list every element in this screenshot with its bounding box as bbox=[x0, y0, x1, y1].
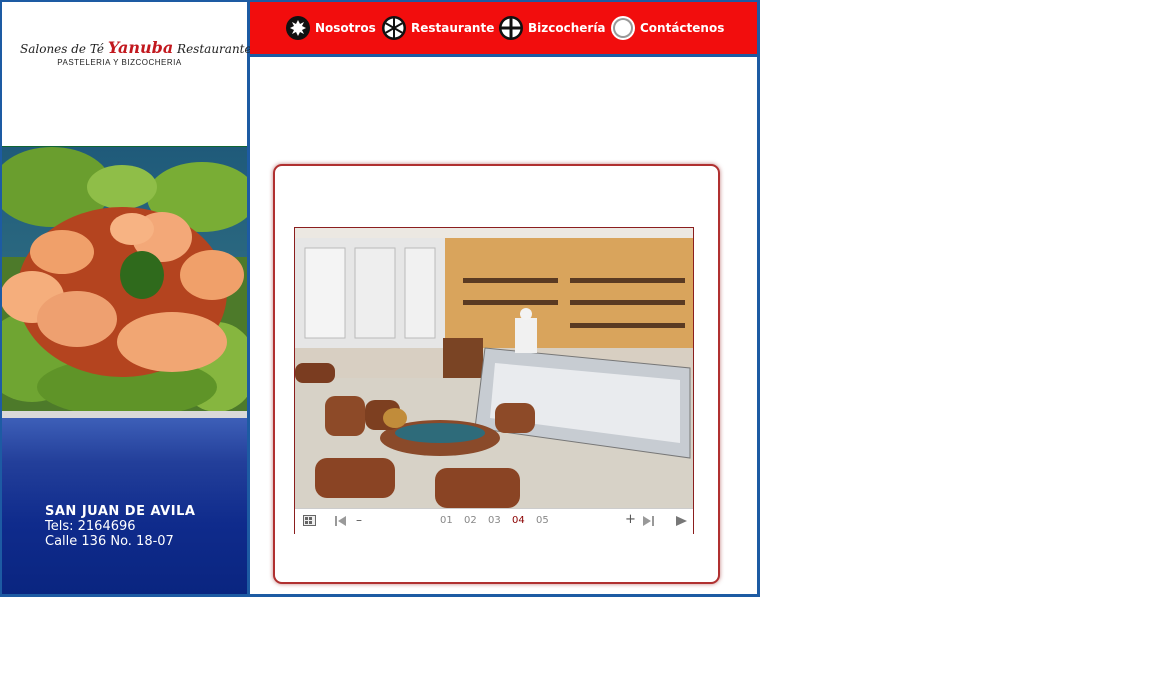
nav-nosotros[interactable]: Nosotros bbox=[286, 16, 376, 40]
page-01[interactable]: 01 bbox=[440, 515, 453, 526]
main-nav: Nosotros Restaurante Bizcochería Contáct… bbox=[250, 2, 757, 57]
logo-suffix: Restaurante bbox=[177, 42, 252, 56]
slideshow-viewer[interactable]: – 01 02 03 04 05 + bbox=[294, 227, 694, 534]
address-phone: Tels: 2164696 bbox=[45, 519, 136, 534]
slideshow-controls: – 01 02 03 04 05 + bbox=[295, 508, 693, 534]
wheel-icon bbox=[382, 16, 406, 40]
address-block: SAN JUAN DE AVILA Tels: 2164696 Calle 13… bbox=[45, 504, 195, 549]
left-column: Salones de Té Yanuba Restaurante PASTELE… bbox=[0, 2, 257, 594]
logo-brand: Yanuba bbox=[107, 38, 174, 57]
nav-label: Contáctenos bbox=[640, 21, 725, 35]
first-slide-icon[interactable] bbox=[335, 516, 347, 529]
zoom-in-button[interactable]: + bbox=[625, 512, 636, 527]
food-photo bbox=[0, 146, 257, 419]
page-05[interactable]: 05 bbox=[536, 515, 549, 526]
page-04[interactable]: 04 bbox=[512, 515, 525, 526]
shrimp-dish-image bbox=[0, 147, 257, 419]
nav-contactenos[interactable]: Contáctenos bbox=[611, 16, 724, 40]
play-icon[interactable] bbox=[676, 516, 687, 529]
cross-icon bbox=[499, 16, 523, 40]
address-street: Calle 136 No. 18-07 bbox=[45, 534, 174, 549]
logo-title: Salones de Té Yanuba Restaurante bbox=[20, 38, 252, 57]
nav-restaurante[interactable]: Restaurante bbox=[382, 16, 494, 40]
address-city: SAN JUAN DE AVILA bbox=[45, 504, 196, 519]
page-02[interactable]: 02 bbox=[464, 515, 477, 526]
nav-label: Bizcochería bbox=[528, 21, 606, 35]
logo-tagline: PASTELERIA Y BIZCOCHERIA bbox=[57, 58, 182, 67]
page-03[interactable]: 03 bbox=[488, 515, 501, 526]
sun-icon bbox=[286, 16, 310, 40]
last-slide-icon[interactable] bbox=[642, 516, 654, 529]
nav-label: Nosotros bbox=[315, 21, 376, 35]
nav-label: Restaurante bbox=[411, 21, 495, 35]
address-panel: SAN JUAN DE AVILA Tels: 2164696 Calle 13… bbox=[2, 418, 247, 594]
nav-bizcocheria[interactable]: Bizcochería bbox=[499, 16, 606, 40]
ring-icon bbox=[611, 16, 635, 40]
logo-prefix: Salones de Té bbox=[20, 42, 105, 56]
zoom-out-button[interactable]: – bbox=[356, 513, 362, 527]
thumbnails-icon[interactable] bbox=[303, 515, 316, 529]
bakery-interior-photo[interactable] bbox=[295, 228, 693, 508]
site-logo[interactable]: Salones de Té Yanuba Restaurante PASTELE… bbox=[2, 2, 252, 146]
